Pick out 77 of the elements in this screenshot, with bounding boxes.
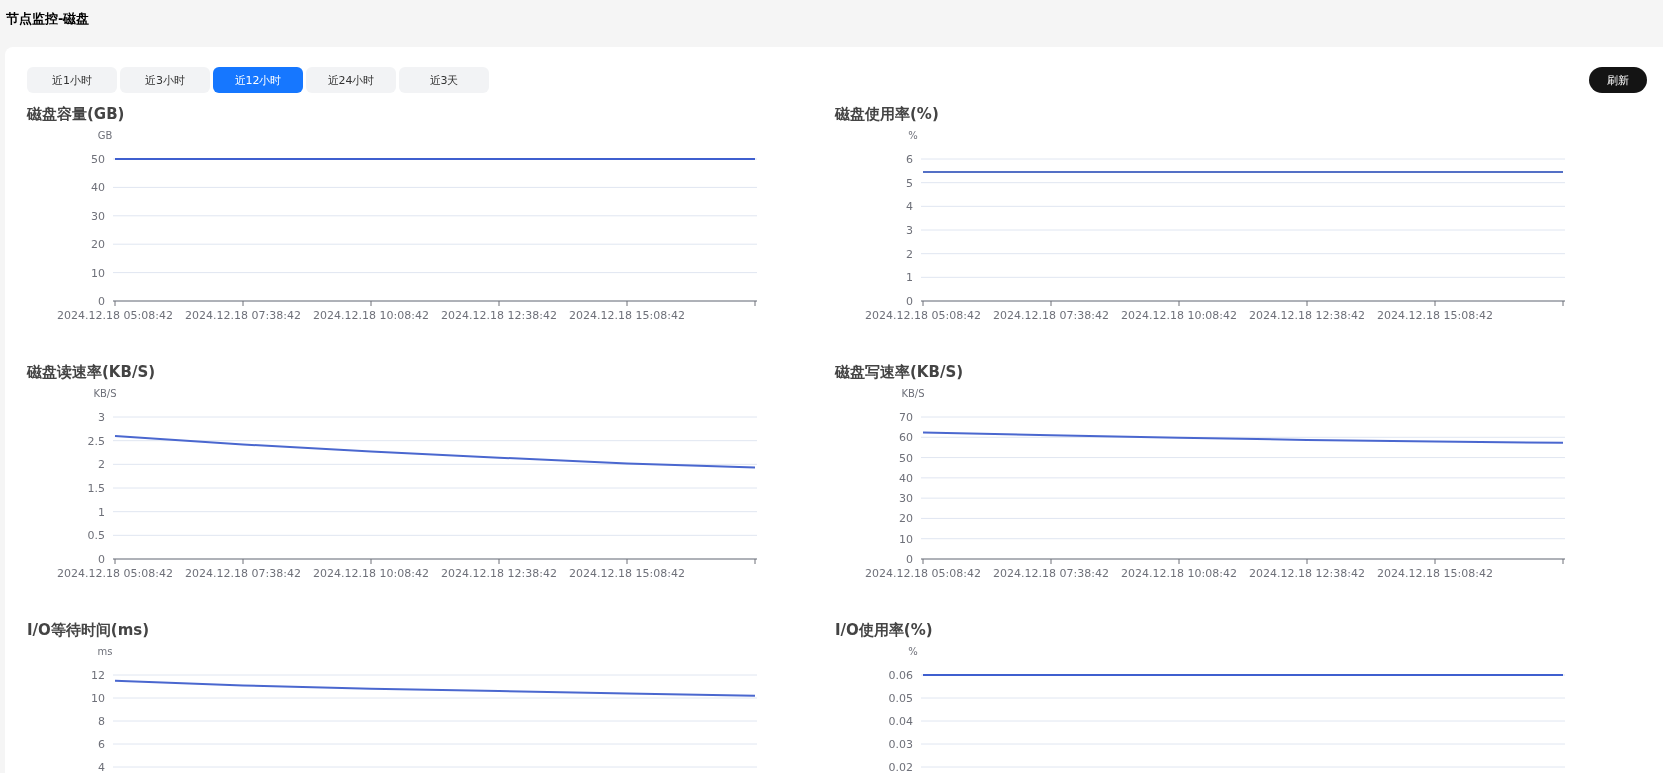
y-tick-label: 1 (906, 271, 913, 285)
y-tick-label: 30 (91, 209, 105, 223)
y-tick-label: 40 (899, 471, 913, 485)
time-range-tab[interactable]: 近12小时 (213, 67, 303, 93)
time-range-tab[interactable]: 近3小时 (120, 67, 210, 93)
axis-unit-label: ms (97, 646, 113, 657)
y-tick-label: 3 (98, 411, 105, 424)
axis-unit-label: % (908, 130, 918, 141)
y-tick-label: 0.06 (888, 669, 913, 682)
y-tick-label: 0.03 (888, 738, 913, 751)
chart-title: I/O等待时间(ms) (27, 620, 151, 641)
chart-title: 磁盘读速率(KB/S) (27, 362, 157, 383)
x-tick-label: 2024.12.18 05:08:42 (57, 309, 173, 322)
y-tick-label: 1 (98, 505, 105, 519)
x-tick-label: 2024.12.18 05:08:42 (865, 309, 981, 322)
axis-unit-label: KB/S (901, 388, 925, 399)
y-tick-label: 20 (899, 512, 913, 526)
y-tick-label: 0 (906, 553, 913, 566)
x-tick-label: 2024.12.18 15:08:42 (569, 567, 685, 580)
x-tick-label: 2024.12.18 10:08:42 (1121, 567, 1237, 580)
refresh-button[interactable]: 刷新 (1589, 67, 1647, 93)
y-tick-label: 0.05 (888, 692, 913, 705)
x-tick-label: 2024.12.18 15:08:42 (1377, 567, 1493, 580)
x-tick-label: 2024.12.18 12:38:42 (441, 309, 557, 322)
y-tick-label: 2 (98, 458, 105, 472)
y-tick-label: 4 (98, 761, 105, 772)
x-tick-label: 2024.12.18 12:38:42 (1249, 567, 1365, 580)
page-title: 节点监控-磁盘 (6, 9, 90, 28)
y-tick-label: 50 (91, 153, 105, 166)
y-tick-label: 5 (906, 176, 913, 190)
y-tick-label: 1.5 (87, 482, 105, 495)
chart-title: 磁盘使用率(%) (835, 104, 940, 125)
axis-unit-label: KB/S (93, 388, 117, 399)
y-tick-label: 0 (98, 295, 105, 308)
time-range-tab[interactable]: 近24小时 (306, 67, 396, 93)
y-tick-label: 60 (899, 431, 913, 445)
x-tick-label: 2024.12.18 10:08:42 (313, 309, 429, 322)
x-tick-label: 2024.12.18 07:38:42 (993, 309, 1109, 322)
x-tick-label: 2024.12.18 07:38:42 (993, 567, 1109, 580)
y-tick-label: 70 (899, 411, 913, 424)
y-tick-label: 10 (91, 692, 105, 705)
y-tick-label: 6 (906, 153, 913, 166)
y-tick-label: 2 (906, 247, 913, 261)
x-tick-label: 2024.12.18 10:08:42 (313, 567, 429, 580)
y-tick-label: 4 (906, 200, 913, 214)
x-tick-label: 2024.12.18 05:08:42 (57, 567, 173, 580)
time-range-tab[interactable]: 近3天 (399, 67, 489, 93)
x-tick-label: 2024.12.18 12:38:42 (441, 567, 557, 580)
x-tick-label: 2024.12.18 12:38:42 (1249, 309, 1365, 322)
chart-title: I/O使用率(%) (835, 620, 934, 641)
y-tick-label: 30 (899, 492, 913, 506)
y-tick-label: 50 (899, 451, 913, 465)
y-tick-label: 20 (91, 238, 105, 252)
time-range-tab[interactable]: 近1小时 (27, 67, 117, 93)
x-tick-label: 2024.12.18 05:08:42 (865, 567, 981, 580)
y-tick-label: 0.5 (87, 529, 105, 543)
chart-title: 磁盘写速率(KB/S) (835, 362, 965, 383)
y-tick-label: 40 (91, 181, 105, 195)
y-tick-label: 0 (98, 553, 105, 566)
y-tick-label: 10 (899, 532, 913, 546)
axis-unit-label: % (908, 646, 918, 657)
x-tick-label: 2024.12.18 15:08:42 (569, 309, 685, 322)
y-tick-label: 3 (906, 224, 913, 237)
x-tick-label: 2024.12.18 15:08:42 (1377, 309, 1493, 322)
y-tick-label: 6 (98, 738, 105, 751)
x-tick-label: 2024.12.18 07:38:42 (185, 309, 301, 322)
y-tick-label: 0 (906, 295, 913, 308)
chart-title: 磁盘容量(GB) (27, 104, 126, 125)
x-tick-label: 2024.12.18 10:08:42 (1121, 309, 1237, 322)
x-tick-label: 2024.12.18 07:38:42 (185, 567, 301, 580)
y-tick-label: 0.02 (888, 761, 913, 772)
y-tick-label: 12 (91, 669, 105, 682)
axis-unit-label: GB (97, 130, 113, 141)
y-tick-label: 2.5 (87, 434, 105, 448)
y-tick-label: 8 (98, 715, 105, 728)
y-tick-label: 10 (91, 266, 105, 280)
y-tick-label: 0.04 (888, 715, 913, 728)
